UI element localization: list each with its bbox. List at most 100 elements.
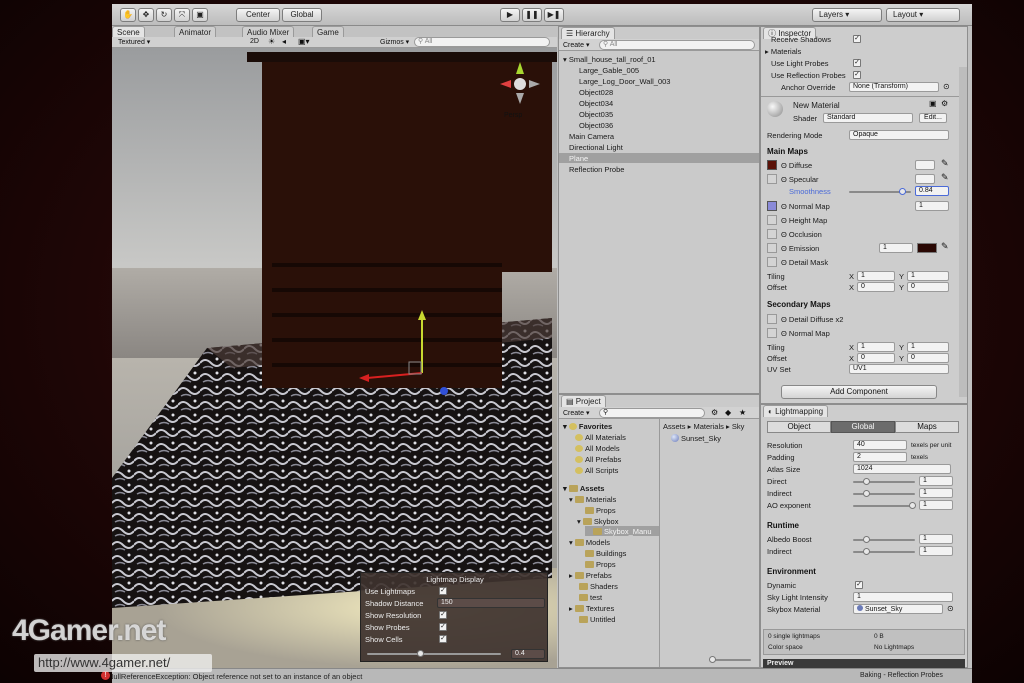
hierarchy-item[interactable]: Object028 bbox=[579, 88, 613, 97]
secondary-offset-x-input[interactable]: 0 bbox=[857, 353, 895, 363]
filter-label-icon[interactable]: ◆ bbox=[725, 408, 731, 417]
use-reflection-probes-checkbox[interactable]: ✓ bbox=[853, 71, 861, 79]
cell-slider-track[interactable] bbox=[367, 653, 501, 655]
hierarchy-tab[interactable]: ☰ Hierarchy bbox=[561, 27, 615, 39]
shader-dropdown[interactable]: Standard bbox=[823, 113, 913, 123]
icon-size-slider[interactable] bbox=[715, 659, 751, 661]
offset-y-input[interactable]: 0 bbox=[907, 282, 949, 292]
asset-folder[interactable]: ▾ Materials bbox=[569, 495, 616, 504]
layout-dropdown[interactable]: Layout ▾ bbox=[886, 8, 960, 22]
play-button[interactable]: ▶ bbox=[500, 8, 520, 22]
hierarchy-item[interactable]: Main Camera bbox=[569, 132, 614, 141]
favorites-header[interactable]: ▾ Favorites bbox=[563, 422, 612, 431]
asset-folder[interactable]: test bbox=[579, 593, 602, 602]
effects-toggle-icon[interactable]: ▣▾ bbox=[298, 37, 310, 46]
show-cells-checkbox[interactable]: ✓ bbox=[439, 635, 447, 643]
favorite-item[interactable]: All Scripts bbox=[575, 466, 618, 475]
layers-dropdown[interactable]: Layers ▾ bbox=[812, 8, 882, 22]
padding-input[interactable]: 2 bbox=[853, 452, 907, 462]
asset-folder[interactable]: ▾ Skybox bbox=[577, 517, 618, 526]
detail-diffuse-texture-slot[interactable] bbox=[767, 314, 777, 324]
occlusion-texture-slot[interactable] bbox=[767, 229, 777, 239]
asset-folder[interactable]: ▸ Textures bbox=[569, 604, 614, 613]
specular-texture-slot[interactable] bbox=[767, 174, 777, 184]
ao-exponent-slider-knob[interactable] bbox=[909, 502, 916, 509]
sky-light-intensity-input[interactable]: 1 bbox=[853, 592, 953, 602]
secondary-normal-texture-slot[interactable] bbox=[767, 328, 777, 338]
pivot-center-button[interactable]: Center bbox=[236, 8, 280, 22]
cell-slider-knob[interactable] bbox=[417, 650, 424, 657]
move-tool-icon[interactable]: ✥ bbox=[138, 8, 154, 22]
tiling-x-input[interactable]: 1 bbox=[857, 271, 895, 281]
favorite-item[interactable]: All Materials bbox=[575, 433, 626, 442]
assets-header[interactable]: ▾ Assets bbox=[563, 484, 604, 493]
project-file-item[interactable]: Sunset_Sky bbox=[671, 434, 721, 443]
hierarchy-search-input[interactable]: ⚲ All bbox=[599, 40, 755, 50]
hierarchy-item[interactable]: Object034 bbox=[579, 99, 613, 108]
hierarchy-item[interactable]: Large_Log_Door_Wall_003 bbox=[579, 77, 670, 86]
breadcrumb-item[interactable]: Assets bbox=[663, 422, 686, 431]
runtime-indirect-input[interactable]: 1 bbox=[919, 546, 953, 556]
scene-search-input[interactable]: ⚲ All bbox=[414, 37, 550, 47]
height-map-texture-slot[interactable] bbox=[767, 215, 777, 225]
favorite-item[interactable]: All Prefabs bbox=[575, 455, 621, 464]
show-probes-checkbox[interactable]: ✓ bbox=[439, 623, 447, 631]
asset-folder-selected[interactable]: Skybox_Manu bbox=[593, 527, 652, 536]
asset-folder[interactable]: Buildings bbox=[585, 549, 626, 558]
runtime-indirect-slider-knob[interactable] bbox=[863, 548, 870, 555]
secondary-tiling-y-input[interactable]: 1 bbox=[907, 342, 949, 352]
shadow-distance-input[interactable]: 150 bbox=[437, 598, 545, 608]
scale-tool-icon[interactable]: ⤧ bbox=[174, 8, 190, 22]
asset-folder[interactable]: ▾ Models bbox=[569, 538, 610, 547]
mode-2d-toggle[interactable]: 2D bbox=[250, 38, 259, 45]
eyedropper-icon[interactable]: ✎ bbox=[941, 241, 949, 252]
direct-input[interactable]: 1 bbox=[919, 476, 953, 486]
anchor-override-field[interactable]: None (Transform) bbox=[849, 82, 939, 92]
indirect-input[interactable]: 1 bbox=[919, 488, 953, 498]
receive-shadows-checkbox[interactable]: ✓ bbox=[853, 35, 861, 43]
hierarchy-item[interactable]: Large_Gable_005 bbox=[579, 66, 639, 75]
tiling-y-input[interactable]: 1 bbox=[907, 271, 949, 281]
hierarchy-item[interactable]: Object035 bbox=[579, 110, 613, 119]
atlas-size-dropdown[interactable]: 1024 bbox=[853, 464, 951, 474]
hierarchy-item[interactable]: ▾ Small_house_tall_roof_01 bbox=[563, 55, 656, 64]
hand-tool-icon[interactable]: ✋ bbox=[120, 8, 136, 22]
filter-type-icon[interactable]: ⚙ bbox=[711, 408, 718, 417]
use-lightmaps-checkbox[interactable]: ✓ bbox=[439, 587, 447, 595]
indirect-slider-knob[interactable] bbox=[863, 490, 870, 497]
project-tab[interactable]: ▤ Project bbox=[561, 395, 606, 407]
smoothness-input[interactable]: 0.84 bbox=[915, 186, 949, 196]
emission-texture-slot[interactable] bbox=[767, 243, 777, 253]
project-splitter[interactable] bbox=[659, 419, 660, 667]
project-search-input[interactable]: ⚲ bbox=[599, 408, 705, 418]
resolution-input[interactable]: 40 bbox=[853, 440, 907, 450]
specular-color-field[interactable] bbox=[915, 174, 935, 184]
asset-folder[interactable]: Props bbox=[585, 506, 616, 515]
diffuse-texture-slot[interactable] bbox=[767, 160, 777, 170]
normal-map-texture-slot[interactable] bbox=[767, 201, 777, 211]
asset-folder[interactable]: ▸ Prefabs bbox=[569, 571, 612, 580]
asset-folder[interactable]: Shaders bbox=[579, 582, 618, 591]
hierarchy-create-dropdown[interactable]: Create ▾ bbox=[563, 41, 589, 49]
persp-label[interactable]: Persp bbox=[504, 112, 522, 119]
show-resolution-checkbox[interactable]: ✓ bbox=[439, 611, 447, 619]
lightmapping-tab-object[interactable]: Object bbox=[767, 421, 831, 433]
use-light-probes-checkbox[interactable]: ✓ bbox=[853, 59, 861, 67]
lightmapping-tab-maps[interactable]: Maps bbox=[895, 421, 959, 433]
lightmapping-tab-global[interactable]: Global bbox=[831, 421, 895, 433]
step-button[interactable]: ▶❚ bbox=[544, 8, 564, 22]
gizmos-dropdown[interactable]: Gizmos ▾ bbox=[380, 38, 409, 46]
hierarchy-item[interactable]: Directional Light bbox=[569, 143, 623, 152]
ao-exponent-slider-track[interactable] bbox=[853, 505, 915, 507]
albedo-boost-input[interactable]: 1 bbox=[919, 534, 953, 544]
cell-slider-value[interactable]: 0.4 bbox=[511, 649, 545, 659]
error-message[interactable]: NullReferenceException: Object reference… bbox=[112, 672, 362, 681]
hierarchy-item[interactable]: Reflection Probe bbox=[569, 165, 624, 174]
rotate-tool-icon[interactable]: ↻ bbox=[156, 8, 172, 22]
object-picker-icon[interactable]: ⊙ bbox=[943, 82, 950, 91]
emission-color-field[interactable] bbox=[917, 243, 937, 253]
audio-toggle-icon[interactable]: ◂ bbox=[282, 37, 286, 46]
pause-button[interactable]: ❚❚ bbox=[522, 8, 542, 22]
favorite-star-icon[interactable]: ★ bbox=[739, 408, 746, 417]
ao-exponent-input[interactable]: 1 bbox=[919, 500, 953, 510]
